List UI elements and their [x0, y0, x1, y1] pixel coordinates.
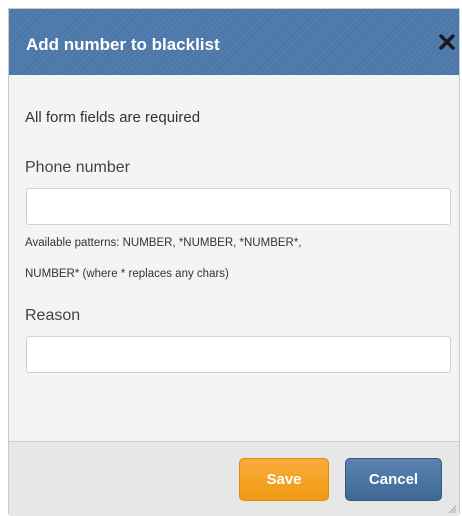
close-button[interactable]	[438, 33, 456, 51]
save-button[interactable]: Save	[239, 458, 329, 501]
dialog-header: Add number to blacklist	[9, 9, 459, 75]
dialog-title: Add number to blacklist	[26, 35, 220, 54]
cancel-button[interactable]: Cancel	[345, 458, 442, 501]
phone-number-label: Phone number	[25, 159, 130, 176]
reason-label: Reason	[25, 307, 81, 324]
dialog-footer: Save Cancel	[9, 441, 459, 516]
close-x-icon	[439, 34, 455, 50]
pattern-hint-line-2: NUMBER* (where * replaces any chars)	[25, 268, 229, 280]
resize-grip-icon[interactable]	[447, 504, 457, 514]
dialog-body: All form fields are required Phone numbe…	[9, 75, 459, 441]
required-notice: All form fields are required	[25, 109, 201, 126]
pattern-hint-line-1: Available patterns: NUMBER, *NUMBER, *NU…	[25, 237, 302, 249]
reason-input[interactable]	[26, 336, 451, 373]
phone-number-input[interactable]	[26, 188, 451, 225]
blacklist-dialog: Add number to blacklist All form fields …	[8, 8, 460, 516]
